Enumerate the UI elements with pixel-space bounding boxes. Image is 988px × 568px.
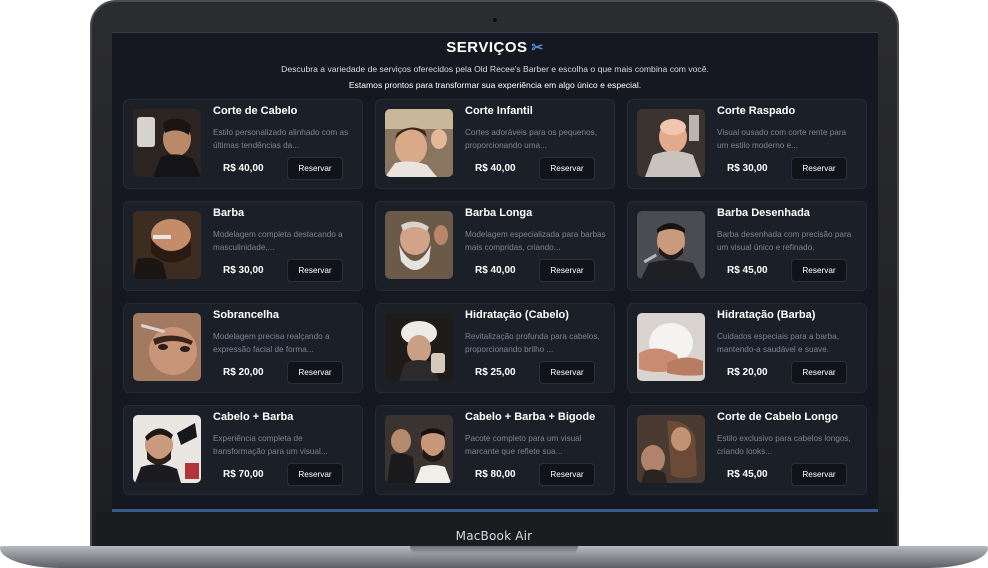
service-card: Barba Desenhada Barba desenhada com prec… (627, 201, 867, 291)
service-title: Sobrancelha (213, 309, 280, 321)
page-title-text: SERVIÇOS (446, 39, 528, 56)
service-price: R$ 40,00 (475, 265, 516, 276)
service-title: Corte Infantil (465, 105, 533, 117)
service-description: Experiência completa de transformação pa… (213, 434, 328, 456)
service-photo (133, 109, 201, 177)
device-label: MacBook Air (455, 529, 533, 543)
camera-icon (492, 17, 498, 23)
service-description: Modelagem precisa realçando a expressão … (213, 332, 330, 354)
service-title: Cabelo + Barba + Bigode (465, 411, 596, 423)
scissors-icon: ✂ (531, 39, 544, 55)
reserve-button[interactable]: Reservar (791, 157, 847, 180)
service-description: Modelagem especializada para barbas mais… (465, 230, 606, 252)
reserve-button[interactable]: Reservar (287, 361, 343, 384)
service-card: Hidratação (Barba) Cuidados especiais pa… (627, 303, 867, 393)
service-description: Pacote completo para um visual marcante … (465, 434, 582, 456)
service-price: R$ 20,00 (223, 367, 264, 378)
service-description: Cuidados especiais para a barba, mantend… (717, 332, 839, 354)
service-price: R$ 70,00 (223, 469, 264, 480)
service-description: Cortes adoráveis para os pequenos, propo… (465, 128, 597, 150)
service-card: Hidratação (Cabelo) Revitalização profun… (375, 303, 615, 393)
reserve-button[interactable]: Reservar (539, 259, 595, 282)
service-price: R$ 25,00 (475, 367, 516, 378)
service-price: R$ 80,00 (475, 469, 516, 480)
service-title: Corte de Cabelo Longo (717, 411, 838, 423)
service-title: Corte de Cabelo (213, 105, 298, 117)
reserve-button[interactable]: Reservar (287, 463, 343, 486)
service-card: Barba Modelagem completa destacando a ma… (123, 201, 363, 291)
service-photo (637, 415, 705, 483)
service-description: Barba desenhada com precisão para um vis… (717, 230, 852, 252)
service-title: Cabelo + Barba (213, 411, 294, 423)
service-card: Barba Longa Modelagem especializada para… (375, 201, 615, 291)
service-photo (385, 415, 453, 483)
service-description: Estilo personalizado alinhado com as últ… (213, 128, 349, 150)
service-photo (385, 313, 453, 381)
reserve-button[interactable]: Reservar (791, 463, 847, 486)
service-photo (637, 109, 705, 177)
services-grid: Corte de Cabelo Estilo personalizado ali… (123, 99, 867, 495)
service-price: R$ 30,00 (223, 265, 264, 276)
service-card: Sobrancelha Modelagem precisa realçando … (123, 303, 363, 393)
service-card: Corte Infantil Cortes adoráveis para os … (375, 99, 615, 189)
service-card: Cabelo + Barba Experiência completa de t… (123, 405, 363, 495)
service-description: Modelagem completa destacando a masculin… (213, 230, 343, 252)
service-title: Barba (213, 207, 245, 219)
service-card: Corte de Cabelo Longo Estilo exclusivo p… (627, 405, 867, 495)
service-price: R$ 40,00 (223, 163, 264, 174)
service-description: Visual ousado com corte rente para um es… (717, 128, 847, 150)
subtitle-intro: Descubra a variedade de serviços ofereci… (281, 64, 709, 74)
service-price: R$ 40,00 (475, 163, 516, 174)
service-description: Estilo exclusivo para cabelos longos, cr… (717, 434, 851, 456)
page-title: SERVIÇOS ✂ (112, 39, 878, 56)
service-photo (133, 415, 201, 483)
reserve-button[interactable]: Reservar (539, 361, 595, 384)
service-photo (133, 211, 201, 279)
service-card: Corte Raspado Visual ousado com corte re… (627, 99, 867, 189)
laptop-base-notch (410, 546, 578, 554)
service-price: R$ 20,00 (727, 367, 768, 378)
service-title: Barba Longa (465, 207, 533, 219)
service-card: Corte de Cabelo Estilo personalizado ali… (123, 99, 363, 189)
service-title: Hidratação (Barba) (717, 309, 816, 321)
laptop-screen: SERVIÇOS ✂ Descubra a variedade de serviç… (112, 32, 878, 512)
reserve-button[interactable]: Reservar (287, 157, 343, 180)
service-card: Cabelo + Barba + Bigode Pacote completo … (375, 405, 615, 495)
service-photo (385, 211, 453, 279)
service-price: R$ 45,00 (727, 469, 768, 480)
service-title: Barba Desenhada (717, 207, 810, 219)
reserve-button[interactable]: Reservar (791, 259, 847, 282)
service-price: R$ 45,00 (727, 265, 768, 276)
service-photo (385, 109, 453, 177)
service-title: Hidratação (Cabelo) (465, 309, 569, 321)
service-description: Revitalização profunda para cabelos, pro… (465, 332, 600, 354)
service-title: Corte Raspado (717, 105, 796, 117)
reserve-button[interactable]: Reservar (539, 157, 595, 180)
service-photo (637, 211, 705, 279)
service-photo (637, 313, 705, 381)
service-photo (133, 313, 201, 381)
reserve-button[interactable]: Reservar (539, 463, 595, 486)
subtitle-tagline: Estamos prontos para transformar sua exp… (348, 80, 642, 90)
reserve-button[interactable]: Reservar (791, 361, 847, 384)
reserve-button[interactable]: Reservar (287, 259, 343, 282)
service-price: R$ 30,00 (727, 163, 768, 174)
